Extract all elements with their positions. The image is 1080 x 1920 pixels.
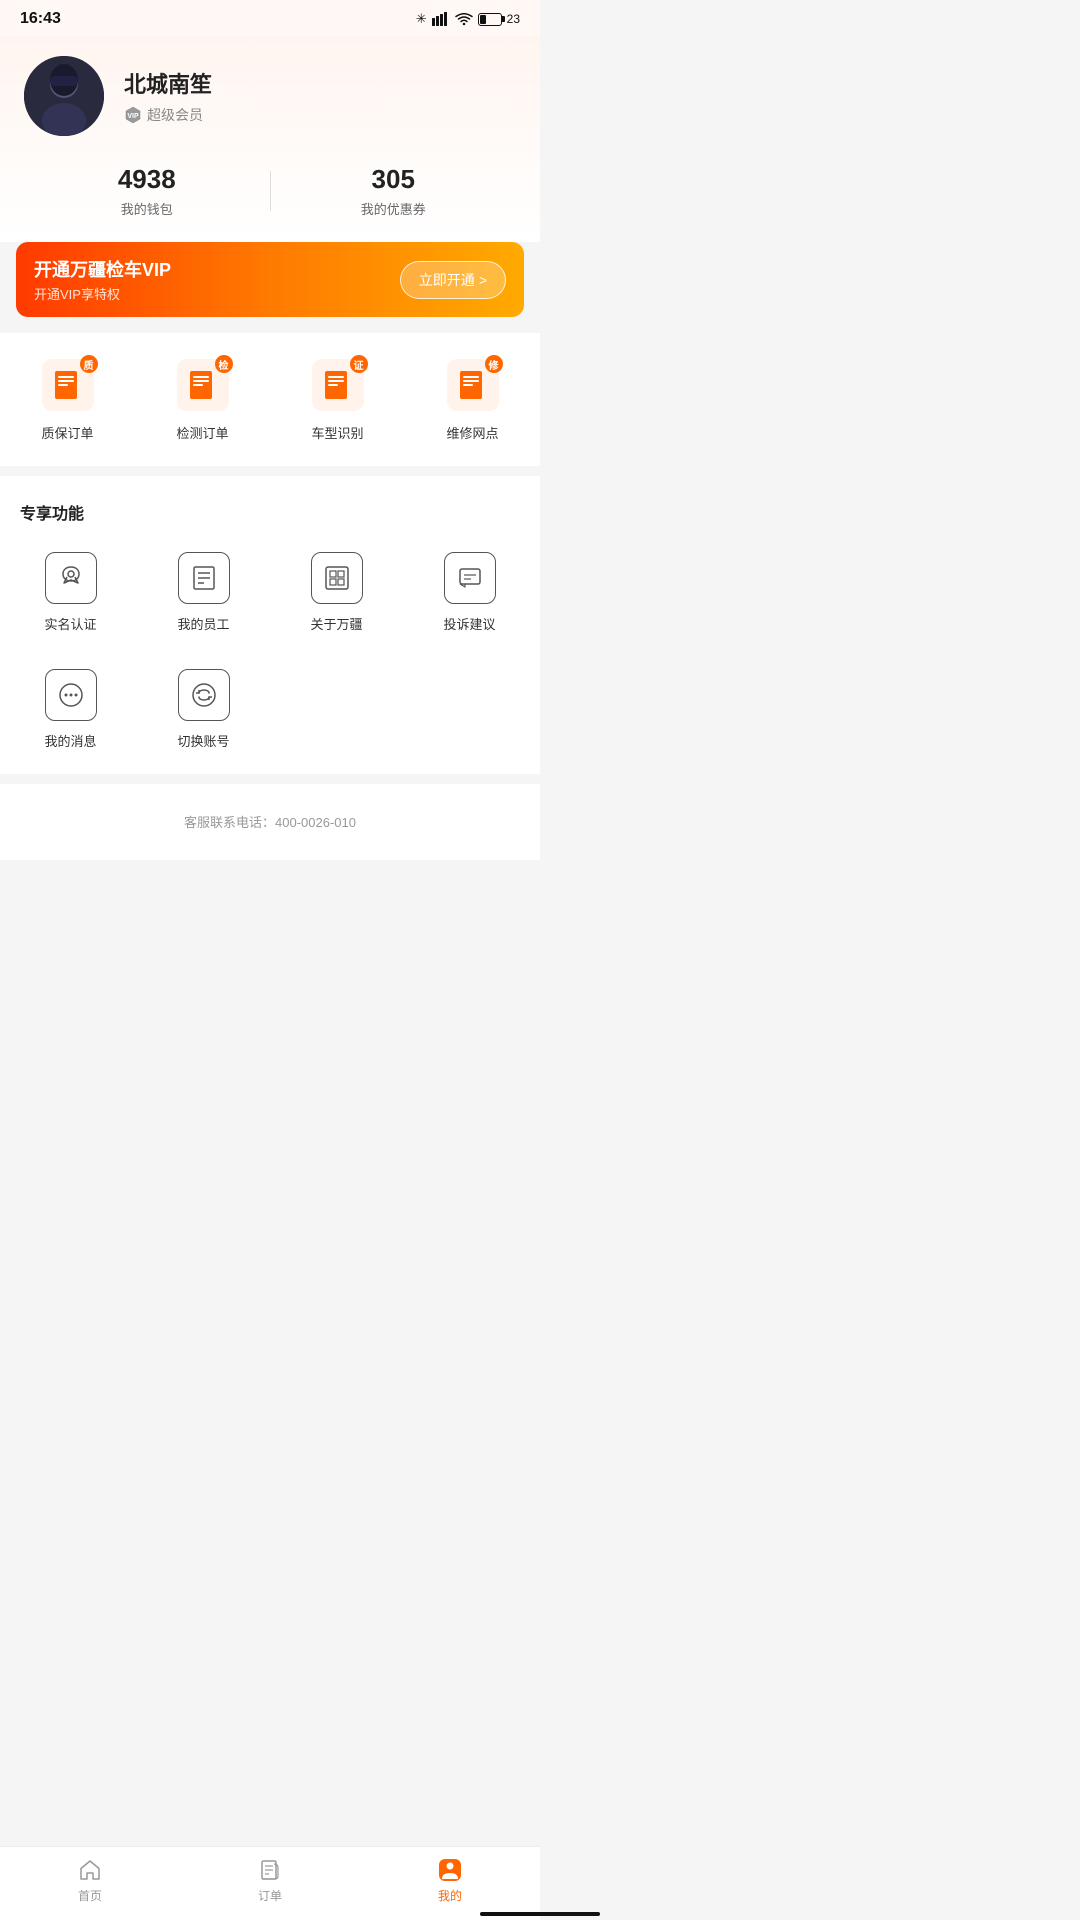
complaint-label: 投诉建议 — [443, 614, 495, 633]
profile-info: 北城南笙 VIP 超级会员 — [24, 56, 516, 136]
real-name-icon — [45, 552, 97, 604]
repair-label: 维修网点 — [446, 423, 498, 442]
car-identify-icon: 证 — [310, 357, 366, 413]
real-name-item[interactable]: 实名认证 — [8, 540, 133, 649]
my-staff-label: 我的员工 — [177, 614, 229, 633]
about-item[interactable]: 关于万疆 — [274, 540, 399, 649]
about-icon — [311, 552, 363, 604]
avatar[interactable] — [24, 56, 104, 136]
warranty-order-item[interactable]: 质 质保订单 — [28, 357, 108, 442]
status-icons: ✳ 23 — [416, 11, 520, 27]
mine-nav-label: 我的 — [438, 1887, 462, 1904]
vip-banner[interactable]: 开通万疆检车VIP 开通VIP享特权 立即开通 > — [16, 242, 524, 317]
my-message-item[interactable]: 我的消息 — [8, 657, 133, 766]
my-message-icon — [45, 669, 97, 721]
footer-contact: 客服联系电话：400-0026-010 — [0, 784, 540, 860]
profile-text: 北城南笙 VIP 超级会员 — [124, 67, 212, 125]
coupon-label: 我的优惠券 — [271, 199, 517, 218]
wallet-label: 我的钱包 — [24, 199, 270, 218]
my-staff-item[interactable]: 我的员工 — [141, 540, 266, 649]
mine-nav-icon — [437, 1857, 463, 1883]
orders-nav-icon — [257, 1857, 283, 1883]
vip-btn-label: 立即开通 — [419, 270, 475, 290]
vip-title: 开通万疆检车VIP — [34, 256, 171, 282]
bluetooth-icon: ✳ — [416, 11, 427, 27]
vip-left: 开通万疆检车VIP 开通VIP享特权 — [34, 256, 171, 303]
complaint-item[interactable]: 投诉建议 — [407, 540, 532, 649]
switch-account-icon — [178, 669, 230, 721]
warranty-order-icon: 质 — [40, 357, 96, 413]
svg-text:VIP: VIP — [127, 113, 139, 120]
nav-home[interactable]: 首页 — [50, 1857, 130, 1904]
repair-station-icon: 修 — [445, 357, 501, 413]
vip-open-button[interactable]: 立即开通 > — [400, 261, 506, 299]
home-indicator — [480, 1912, 600, 1916]
car-identify-badge: 证 — [350, 355, 368, 373]
member-badge: VIP 超级会员 — [124, 105, 212, 125]
signal-icon — [432, 12, 450, 26]
orders-nav-label: 订单 — [258, 1887, 282, 1904]
vip-btn-arrow: > — [479, 272, 487, 288]
status-time: 16:43 — [20, 10, 61, 28]
wifi-icon — [455, 12, 473, 26]
member-label: 超级会员 — [147, 105, 203, 125]
inspect-badge: 检 — [215, 355, 233, 373]
repair-station-item[interactable]: 修 维修网点 — [433, 357, 513, 442]
username: 北城南笙 — [124, 67, 212, 99]
real-name-label: 实名认证 — [44, 614, 96, 633]
nav-mine[interactable]: 我的 — [410, 1857, 490, 1904]
my-message-label: 我的消息 — [44, 731, 96, 750]
home-nav-icon — [77, 1857, 103, 1883]
bottom-nav: 首页 订单 我的 — [0, 1846, 540, 1920]
quick-grid: 质 质保订单 检 检测订单 — [0, 349, 540, 458]
switch-account-item[interactable]: 切换账号 — [141, 657, 266, 766]
vip-subtitle: 开通VIP享特权 — [34, 284, 171, 303]
nav-orders[interactable]: 订单 — [230, 1857, 310, 1904]
status-bar: 16:43 ✳ 23 — [0, 0, 540, 36]
inspect-order-icon: 检 — [175, 357, 231, 413]
home-nav-label: 首页 — [78, 1887, 102, 1904]
complaint-icon — [444, 552, 496, 604]
car-identify-item[interactable]: 证 车型识别 — [298, 357, 378, 442]
member-badge-icon: VIP — [124, 106, 142, 124]
inspect-order-item[interactable]: 检 检测订单 — [163, 357, 243, 442]
car-identify-label: 车型识别 — [311, 423, 363, 442]
switch-account-label: 切换账号 — [177, 731, 229, 750]
feature-grid: 实名认证 我的员工 — [0, 540, 540, 766]
warranty-label: 质保订单 — [41, 423, 93, 442]
contact-label: 客服联系电话：400-0026-010 — [184, 815, 356, 830]
about-label: 关于万疆 — [310, 614, 362, 633]
battery-level: 23 — [507, 12, 520, 26]
repair-badge: 修 — [485, 355, 503, 373]
battery-icon — [478, 13, 502, 26]
coupon-stat[interactable]: 305 我的优惠券 — [271, 164, 517, 218]
exclusive-features-section: 专享功能 实名认证 我的员工 — [0, 476, 540, 774]
exclusive-features-title: 专享功能 — [0, 492, 540, 540]
stats-row: 4938 我的钱包 305 我的优惠券 — [24, 164, 516, 218]
wallet-stat[interactable]: 4938 我的钱包 — [24, 164, 270, 218]
warranty-badge: 质 — [80, 355, 98, 373]
coupon-value: 305 — [271, 164, 517, 195]
quick-actions-section: 质 质保订单 检 检测订单 — [0, 333, 540, 466]
my-staff-icon — [178, 552, 230, 604]
profile-section: 北城南笙 VIP 超级会员 4938 我的钱包 305 我的优惠券 — [0, 36, 540, 242]
wallet-value: 4938 — [24, 164, 270, 195]
inspect-label: 检测订单 — [176, 423, 228, 442]
